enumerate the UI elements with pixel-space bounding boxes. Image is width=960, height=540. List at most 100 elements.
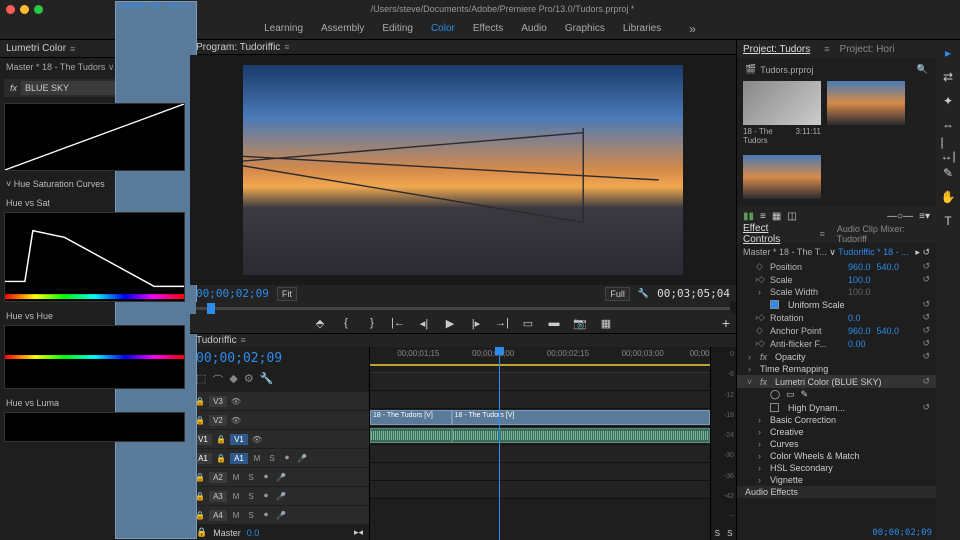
- bin-item[interactable]: [827, 81, 905, 147]
- selection-tool-icon[interactable]: ▸: [941, 46, 955, 60]
- workspace-assembly[interactable]: Assembly: [321, 23, 364, 34]
- video-clip[interactable]: 18 - The Tudors [V]: [452, 410, 710, 425]
- lock-icon[interactable]: 🔒: [196, 527, 207, 538]
- lumetri-panel-tab[interactable]: Lumetri Color: [6, 43, 66, 54]
- reset-icon[interactable]: ↺: [922, 261, 930, 272]
- track-a2[interactable]: A2: [209, 472, 227, 483]
- mark-in-bracket-icon[interactable]: {: [338, 315, 354, 331]
- lumetri-master-clip[interactable]: Master * 18 - The Tudors: [6, 62, 105, 72]
- track-a4[interactable]: A4: [209, 510, 227, 521]
- lift-icon[interactable]: ▭: [520, 315, 536, 331]
- go-to-in-icon[interactable]: |←: [390, 315, 406, 331]
- hdr-checkbox[interactable]: [770, 403, 779, 412]
- marker-icon[interactable]: ◆: [229, 372, 237, 388]
- mark-in-icon[interactable]: ⬘: [312, 315, 328, 331]
- list-view-icon[interactable]: ≡: [760, 211, 766, 222]
- toggle-output-icon[interactable]: 👁: [251, 435, 263, 444]
- workspace-overflow-icon[interactable]: »: [689, 22, 696, 36]
- settings-icon[interactable]: ⚙: [244, 372, 254, 388]
- step-back-icon[interactable]: ◂|: [416, 315, 432, 331]
- sort-icon[interactable]: ≡▾: [919, 211, 930, 222]
- panel-menu-icon[interactable]: ≡: [241, 335, 246, 345]
- master-level[interactable]: 0.0: [247, 528, 260, 538]
- project-tab-tudors[interactable]: Project: Tudors: [743, 44, 810, 55]
- close-window[interactable]: [6, 5, 15, 14]
- zoom-fit-select[interactable]: Fit: [277, 287, 297, 301]
- program-timecode[interactable]: 00;00;02;09: [196, 287, 269, 300]
- maximize-window[interactable]: [34, 5, 43, 14]
- mask-rect-icon[interactable]: ▭: [786, 389, 795, 400]
- voice-over-icon[interactable]: ⏺: [281, 453, 293, 463]
- program-monitor[interactable]: [190, 55, 736, 285]
- solo-button[interactable]: S: [715, 529, 720, 538]
- toggle-output-icon[interactable]: 👁: [230, 397, 242, 406]
- resolution-select[interactable]: Full: [605, 287, 630, 301]
- effect-controls-timecode[interactable]: 00;00;02;09: [872, 528, 932, 538]
- pen-tool-icon[interactable]: ✎: [941, 166, 955, 180]
- keyframe-toggle-icon[interactable]: ◇: [755, 261, 764, 272]
- search-icon[interactable]: 🔍: [917, 64, 928, 75]
- play-keyframes-icon[interactable]: ↺: [922, 247, 930, 257]
- lock-icon[interactable]: 🔒: [215, 435, 227, 444]
- step-forward-icon[interactable]: |▸: [468, 315, 484, 331]
- audio-clip[interactable]: [452, 428, 710, 443]
- workspace-effects[interactable]: Effects: [473, 23, 503, 34]
- hue-vs-luma-curve[interactable]: [4, 412, 185, 442]
- hue-vs-sat-curve[interactable]: [4, 212, 185, 302]
- comparison-view-icon[interactable]: ▦: [598, 315, 614, 331]
- track-v1[interactable]: V1: [230, 434, 248, 445]
- workspace-color[interactable]: Color: [431, 23, 455, 34]
- audio-clip-mixer-tab[interactable]: Audio Clip Mixer: Tudoriff: [837, 224, 930, 244]
- bin-item[interactable]: 18 - The Tudors3:11:11: [743, 81, 821, 147]
- razor-tool-icon[interactable]: ⇔: [941, 118, 955, 132]
- lock-icon[interactable]: 🔒: [215, 454, 227, 463]
- workspace-graphics[interactable]: Graphics: [565, 23, 605, 34]
- freeform-view-icon[interactable]: ◫: [787, 211, 796, 222]
- minimize-window[interactable]: [20, 5, 29, 14]
- ripple-edit-tool-icon[interactable]: ✦: [941, 94, 955, 108]
- workspace-editing[interactable]: Editing: [382, 23, 413, 34]
- go-to-out-icon[interactable]: →|: [494, 315, 510, 331]
- bin-item[interactable]: [743, 155, 821, 199]
- mask-pen-icon[interactable]: ✎: [801, 389, 809, 400]
- track-a3[interactable]: A3: [209, 491, 227, 502]
- mark-out-bracket-icon[interactable]: }: [364, 315, 380, 331]
- panel-menu-icon[interactable]: ≡: [284, 42, 289, 52]
- effect-controls-tab[interactable]: Effect Controls: [743, 223, 804, 245]
- project-tab-hori[interactable]: Project: Hori: [840, 44, 895, 55]
- audio-clip[interactable]: [370, 428, 452, 443]
- workspace-audio[interactable]: Audio: [521, 23, 547, 34]
- play-icon[interactable]: ▶: [442, 315, 458, 331]
- extract-icon[interactable]: ▬: [546, 315, 562, 331]
- export-frame-icon[interactable]: 📷: [572, 315, 588, 331]
- hue-vs-hue-curve[interactable]: [4, 325, 185, 389]
- snap-icon[interactable]: ⬚: [196, 372, 206, 388]
- track-select-tool-icon[interactable]: ⇄: [941, 70, 955, 84]
- type-tool-icon[interactable]: T: [941, 214, 955, 228]
- track-v2[interactable]: V2: [209, 415, 227, 426]
- mask-ellipse-icon[interactable]: ◯: [770, 389, 780, 400]
- icon-view-icon[interactable]: ▦: [772, 211, 781, 222]
- program-monitor-tab[interactable]: Program: Tudoriffic: [196, 42, 280, 53]
- hand-tool-icon[interactable]: ✋: [941, 190, 955, 204]
- panel-menu-icon[interactable]: ≡: [70, 44, 75, 54]
- button-editor-icon[interactable]: +: [722, 315, 730, 331]
- solo-button[interactable]: S: [727, 529, 732, 538]
- playhead[interactable]: [499, 347, 500, 540]
- zoom-slider[interactable]: —○—: [887, 211, 913, 222]
- uniform-scale-checkbox[interactable]: [770, 300, 779, 309]
- wrench-icon[interactable]: 🔧: [260, 372, 274, 388]
- video-clip[interactable]: 18 - The Tudors [V]: [370, 410, 452, 425]
- workspace-libraries[interactable]: Libraries: [623, 23, 661, 34]
- rgb-curve[interactable]: [4, 103, 185, 171]
- toggle-output-icon[interactable]: 👁: [230, 416, 242, 425]
- sequence-timecode[interactable]: 00;00;02;09: [196, 351, 282, 366]
- track-v3[interactable]: V3: [209, 396, 227, 407]
- program-scrubber[interactable]: [196, 302, 730, 314]
- sequence-tab[interactable]: Tudoriffic: [196, 335, 237, 346]
- linked-selection-icon[interactable]: ⌒: [212, 372, 223, 388]
- track-a1[interactable]: A1: [230, 453, 248, 464]
- hsl-section-label[interactable]: Hue Saturation Curves: [14, 179, 105, 189]
- wrench-icon[interactable]: 🔧: [638, 288, 649, 299]
- workspace-learning[interactable]: Learning: [264, 23, 303, 34]
